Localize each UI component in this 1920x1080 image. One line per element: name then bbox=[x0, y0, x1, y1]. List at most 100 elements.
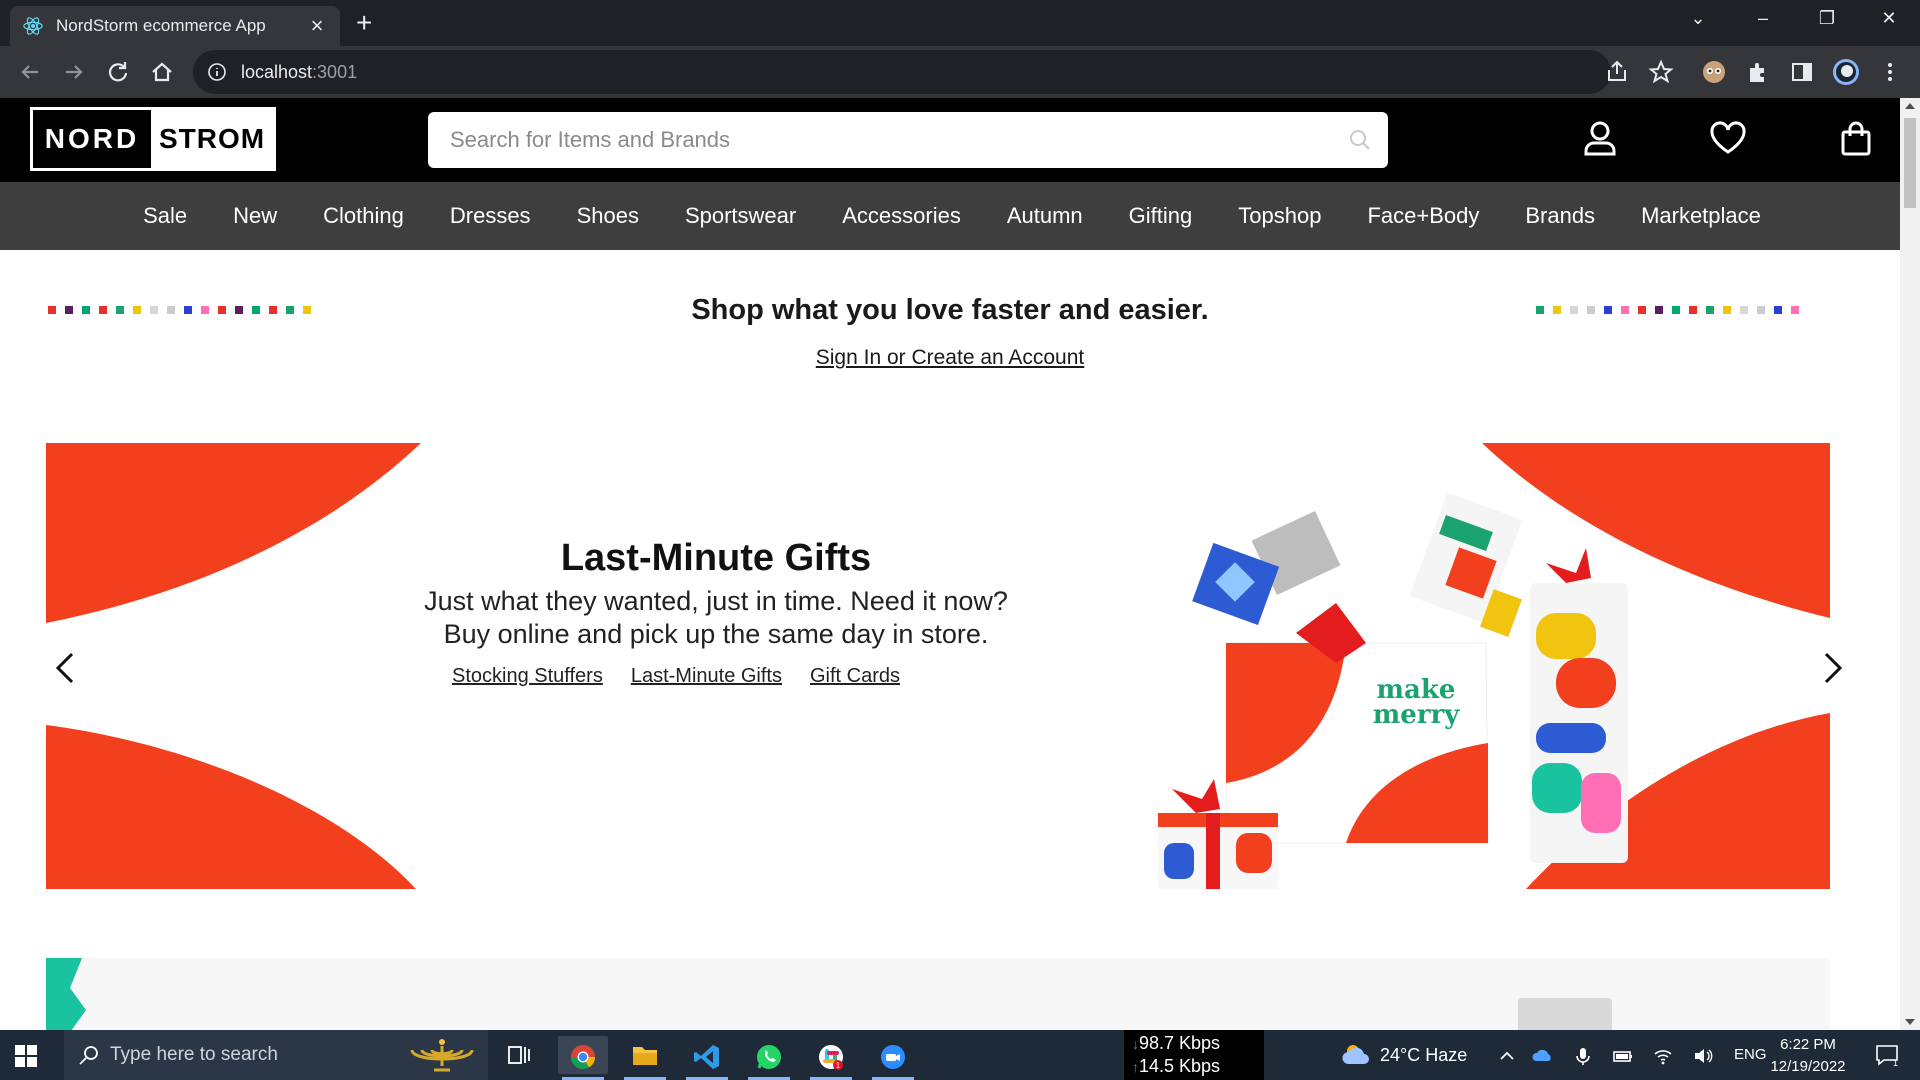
forward-arrow-icon[interactable] bbox=[60, 58, 88, 86]
nav-item-dresses[interactable]: Dresses bbox=[427, 203, 554, 229]
clock-date: 12/19/2022 bbox=[1770, 1058, 1846, 1075]
carousel-next-icon[interactable] bbox=[1818, 648, 1846, 688]
back-arrow-icon[interactable] bbox=[16, 58, 44, 86]
account-icon[interactable] bbox=[1580, 118, 1620, 158]
nav-item-sportswear[interactable]: Sportswear bbox=[662, 203, 819, 229]
volume-icon[interactable] bbox=[1692, 1045, 1714, 1067]
extensions-puzzle-icon[interactable] bbox=[1744, 58, 1772, 86]
browser-toolbar: localhost:3001 bbox=[0, 46, 1920, 98]
last-minute-gifts-link[interactable]: Last-Minute Gifts bbox=[631, 665, 782, 688]
site-logo[interactable]: NORD STROM bbox=[30, 107, 276, 171]
upload-arrow-icon: ↑ bbox=[1132, 1059, 1139, 1075]
shopping-bag-icon[interactable] bbox=[1836, 118, 1876, 158]
browser-titlebar: NordStorm ecommerce App × + ⌄ – ❐ ✕ bbox=[0, 0, 1920, 46]
green-accent-shape bbox=[46, 958, 86, 1030]
tab-title: NordStorm ecommerce App bbox=[56, 16, 266, 35]
kebab-menu-icon[interactable] bbox=[1876, 58, 1904, 86]
cloud-sun-icon bbox=[1342, 1045, 1369, 1064]
clock[interactable]: 6:22 PM 12/19/2022 bbox=[1756, 1034, 1860, 1078]
side-panel-icon[interactable] bbox=[1788, 58, 1816, 86]
download-arrow-icon: ↓ bbox=[1132, 1036, 1139, 1052]
extension-avatar-icon[interactable] bbox=[1700, 58, 1728, 86]
home-icon[interactable] bbox=[148, 58, 176, 86]
taskbar-search[interactable]: Type here to search bbox=[64, 1030, 488, 1080]
tab-search-icon[interactable]: ⌄ bbox=[1683, 8, 1713, 29]
new-tab-icon[interactable]: + bbox=[356, 9, 372, 37]
nav-item-topshop[interactable]: Topshop bbox=[1215, 203, 1344, 229]
task-view-icon[interactable] bbox=[494, 1036, 544, 1074]
microphone-icon[interactable] bbox=[1572, 1045, 1594, 1067]
promo-title: Shop what you love faster and easier. bbox=[691, 294, 1209, 326]
nav-item-brands[interactable]: Brands bbox=[1502, 203, 1618, 229]
svg-text:1: 1 bbox=[836, 1061, 841, 1070]
chrome-taskbar-icon[interactable] bbox=[558, 1036, 608, 1080]
url-text: localhost:3001 bbox=[241, 62, 358, 82]
sign-in-link[interactable]: Sign In or Create an Account bbox=[0, 346, 1900, 370]
scroll-down-icon[interactable] bbox=[1905, 1019, 1915, 1025]
restore-icon[interactable]: ❐ bbox=[1812, 8, 1842, 29]
logo-nord: NORD bbox=[33, 110, 151, 168]
wifi-icon[interactable] bbox=[1652, 1045, 1674, 1067]
whatsapp-icon[interactable] bbox=[744, 1036, 794, 1080]
category-nav: Sale New Clothing Dresses Shoes Sportswe… bbox=[0, 182, 1900, 250]
bookmark-star-icon[interactable] bbox=[1647, 58, 1675, 86]
zoom-icon[interactable] bbox=[868, 1036, 918, 1080]
logo-strom: STROM bbox=[151, 110, 273, 168]
banner-title: Last-Minute Gifts bbox=[560, 537, 872, 579]
vscode-icon[interactable] bbox=[682, 1036, 732, 1080]
gift-cards-link[interactable]: Gift Cards bbox=[810, 665, 900, 688]
banner-background: make merry bbox=[46, 443, 1830, 889]
nav-item-new[interactable]: New bbox=[210, 203, 300, 229]
site-header: NORD STROM bbox=[0, 98, 1900, 182]
scroll-thumb[interactable] bbox=[1904, 118, 1916, 208]
next-section-preview bbox=[46, 958, 1830, 1030]
search-input[interactable] bbox=[450, 112, 1330, 168]
nav-item-clothing[interactable]: Clothing bbox=[300, 203, 427, 229]
wishlist-heart-icon[interactable] bbox=[1708, 118, 1748, 158]
notifications-icon[interactable]: 1 bbox=[1874, 1042, 1900, 1068]
address-bar[interactable]: localhost:3001 bbox=[193, 50, 1674, 94]
react-icon bbox=[23, 17, 43, 35]
banner-subtitle: Just what they wanted, just in time. Nee… bbox=[424, 586, 1008, 649]
share-icon[interactable] bbox=[1603, 58, 1631, 86]
show-hidden-icons-chevron-icon[interactable] bbox=[1496, 1045, 1518, 1067]
nav-item-gifting[interactable]: Gifting bbox=[1106, 203, 1216, 229]
upload-speed: 14.5 Kbps bbox=[1139, 1056, 1221, 1076]
svg-text:merry: merry bbox=[1373, 700, 1460, 730]
page-scrollbar[interactable] bbox=[1900, 98, 1920, 1030]
preview-gray-block bbox=[1518, 998, 1612, 1030]
carousel-prev-icon[interactable] bbox=[52, 648, 80, 688]
nav-item-shoes[interactable]: Shoes bbox=[554, 203, 662, 229]
menorah-icon bbox=[410, 1039, 474, 1072]
onedrive-icon[interactable] bbox=[1532, 1045, 1554, 1067]
svg-text:1: 1 bbox=[1893, 1058, 1898, 1068]
windows-start-icon[interactable] bbox=[14, 1044, 38, 1068]
tab-close-icon[interactable]: × bbox=[306, 13, 328, 39]
close-window-icon[interactable]: ✕ bbox=[1874, 8, 1904, 29]
weather-widget[interactable]: 24°C Haze bbox=[1342, 1042, 1467, 1068]
hero-banner[interactable]: make merry Last-Minute Gifts Just what t… bbox=[46, 443, 1830, 889]
nav-item-marketplace[interactable]: Marketplace bbox=[1618, 203, 1784, 229]
reload-icon[interactable] bbox=[104, 58, 132, 86]
browser-tab[interactable]: NordStorm ecommerce App × bbox=[10, 6, 340, 46]
page-viewport: NORD STROM Sale New Clothing Dresses Sho… bbox=[0, 98, 1900, 1030]
info-icon[interactable] bbox=[207, 62, 227, 82]
nav-item-autumn[interactable]: Autumn bbox=[984, 203, 1106, 229]
site-search bbox=[428, 112, 1388, 168]
stocking-stuffers-link[interactable]: Stocking Stuffers bbox=[452, 665, 603, 688]
search-icon bbox=[79, 1046, 98, 1065]
profile-avatar-icon[interactable] bbox=[1832, 58, 1860, 86]
taskbar-search-placeholder: Type here to search bbox=[110, 1044, 278, 1065]
scroll-up-icon[interactable] bbox=[1905, 103, 1915, 109]
banner-links: Stocking Stuffers Last-Minute Gifts Gift… bbox=[452, 665, 900, 688]
battery-icon[interactable] bbox=[1612, 1045, 1634, 1067]
slack-icon[interactable]: 1 bbox=[806, 1036, 856, 1080]
download-speed: 98.7 Kbps bbox=[1139, 1033, 1221, 1053]
search-icon[interactable] bbox=[1348, 128, 1372, 152]
nav-item-sale[interactable]: Sale bbox=[120, 203, 210, 229]
file-explorer-icon[interactable] bbox=[620, 1036, 670, 1080]
network-speed-widget: ↓98.7 Kbps ↑14.5 Kbps bbox=[1124, 1030, 1264, 1080]
minimize-icon[interactable]: – bbox=[1748, 8, 1778, 29]
nav-item-accessories[interactable]: Accessories bbox=[819, 203, 984, 229]
nav-item-face-body[interactable]: Face+Body bbox=[1344, 203, 1502, 229]
